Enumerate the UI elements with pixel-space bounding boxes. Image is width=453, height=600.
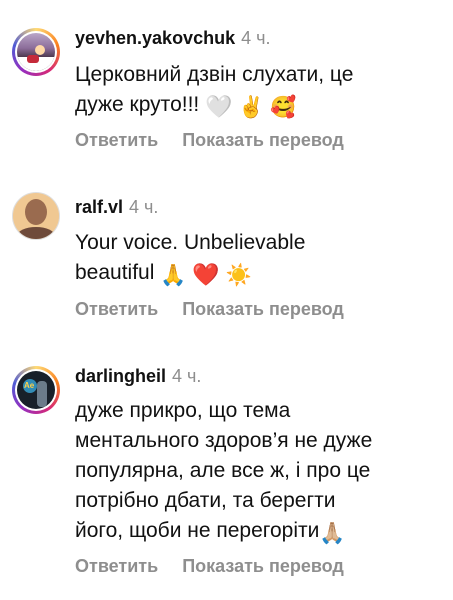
comment-text: Церковний дзвін слухати, це дуже круто!!… — [75, 60, 445, 123]
white-heart-icon: 🤍 — [205, 94, 233, 119]
timestamp: 4 ч. — [172, 366, 202, 386]
folded-hands-icon: 🙏🏼 — [319, 522, 346, 545]
show-translation-button[interactable]: Показать перевод — [182, 556, 344, 576]
sun-icon: ☀️ — [225, 264, 252, 287]
red-heart-icon: ❤️ — [192, 262, 220, 287]
reply-button[interactable]: Ответить — [75, 299, 158, 319]
avatar[interactable] — [12, 28, 60, 76]
smiling-face-with-hearts-icon: 🥰 — [270, 96, 297, 119]
timestamp: 4 ч. — [129, 197, 159, 217]
comment-text: Your voice. Unbelievable beautiful 🙏 ❤️ … — [75, 228, 445, 291]
avatar[interactable]: Ae — [12, 366, 60, 414]
username[interactable]: yevhen.yakovchuk 4 ч. — [75, 28, 270, 49]
reply-button[interactable]: Ответить — [75, 130, 158, 150]
reply-button[interactable]: Ответить — [75, 556, 158, 576]
victory-hand-icon: ✌️ — [238, 96, 265, 119]
show-translation-button[interactable]: Показать перевод — [182, 130, 344, 150]
avatar[interactable] — [12, 192, 60, 240]
timestamp: 4 ч. — [241, 28, 271, 48]
folded-hands-icon: 🙏 — [160, 264, 187, 287]
username[interactable]: ralf.vl 4 ч. — [75, 197, 158, 218]
show-translation-button[interactable]: Показать перевод — [182, 299, 344, 319]
comment-text: дуже прикро, що тема ментального здоров’… — [75, 396, 445, 549]
username[interactable]: darlingheil 4 ч. — [75, 366, 201, 387]
